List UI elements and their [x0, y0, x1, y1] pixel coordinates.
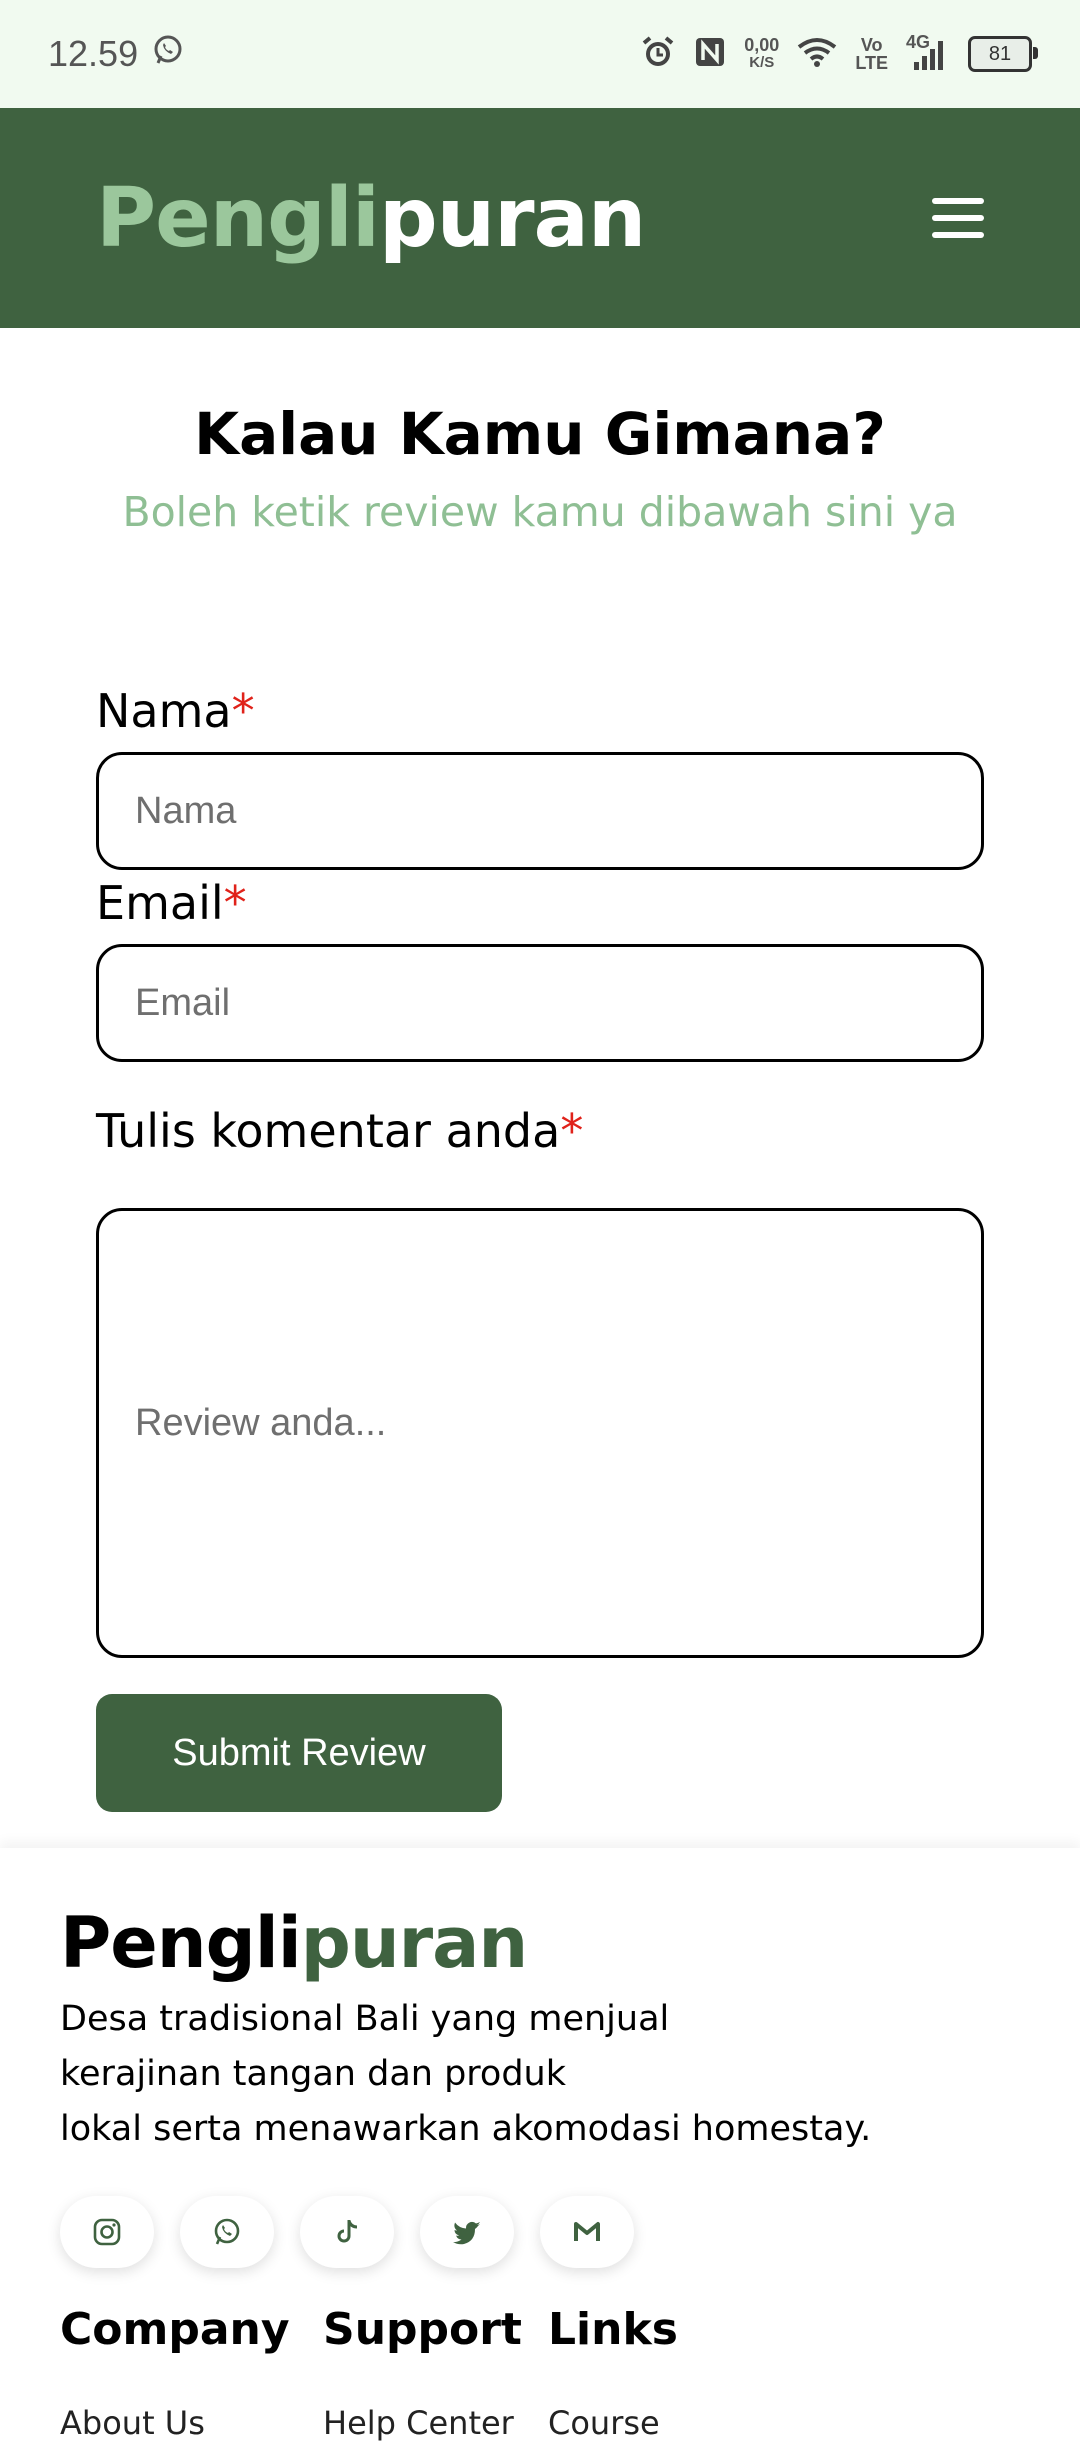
page-subtitle: Boleh ketik review kamu dibawah sini ya: [122, 488, 958, 536]
name-input[interactable]: [96, 752, 984, 870]
gmail-icon[interactable]: [540, 2196, 634, 2268]
logo-part-1: Pengli: [96, 170, 380, 266]
logo-part-2: puran: [379, 170, 646, 266]
status-time: 12.59: [48, 33, 139, 74]
site-header: Penglipuran: [0, 108, 1080, 328]
footer-logo[interactable]: Penglipuran: [60, 1902, 529, 1984]
header-logo[interactable]: Penglipuran: [96, 170, 646, 266]
footer-link-course[interactable]: Course: [548, 2404, 660, 2442]
footer-link-about-us[interactable]: About Us: [60, 2404, 205, 2442]
network-speed-value: 0,00: [744, 35, 780, 55]
network-speed-unit: K/S: [749, 54, 775, 71]
footer-description: Desa tradisional Bali yang menjual keraj…: [60, 1992, 1000, 2157]
footer-logo-part-1: Pengli: [60, 1902, 302, 1984]
name-label: Nama*: [96, 684, 255, 738]
required-mark: *: [231, 684, 255, 738]
tiktok-icon[interactable]: [300, 2196, 394, 2268]
footer-logo-part-2: puran: [300, 1902, 529, 1984]
email-input[interactable]: [96, 944, 984, 1062]
instagram-icon[interactable]: [60, 2196, 154, 2268]
footer-description-line: lokal serta menawarkan akomodasi homesta…: [60, 2109, 872, 2149]
comment-label-text: Tulis komentar anda: [96, 1104, 561, 1158]
footer-heading-links: Links: [548, 2304, 678, 2355]
alarm-icon: [640, 34, 676, 74]
signal-icon: 4G: [906, 32, 950, 72]
name-label-text: Nama: [96, 684, 232, 738]
email-label-text: Email: [96, 876, 224, 930]
battery-level: 81: [988, 42, 1012, 65]
status-right: 0,00 K/S Vo LTE 4G 81: [640, 32, 1038, 74]
comment-label: Tulis komentar anda*: [96, 1104, 583, 1158]
footer-link-help-center[interactable]: Help Center: [323, 2404, 514, 2442]
status-bar: 12.59 0,00 K/S Vo LTE 4G 81: [0, 0, 1080, 108]
network-speed: 0,00 K/S: [744, 36, 779, 72]
wifi-icon: [797, 36, 837, 72]
volte-bottom: LTE: [855, 53, 888, 73]
status-left: 12.59: [48, 33, 184, 75]
page-title: Kalau Kamu Gimana?: [194, 400, 886, 468]
required-mark: *: [223, 876, 247, 930]
footer-heading-company: Company: [60, 2304, 290, 2355]
required-mark: *: [560, 1104, 584, 1158]
battery-indicator: 81: [968, 36, 1038, 72]
whatsapp-notification-icon: [152, 33, 184, 75]
volte-top: Vo: [860, 35, 883, 55]
review-textarea[interactable]: [96, 1208, 984, 1658]
footer-heading-support: Support: [323, 2304, 522, 2355]
social-links: [60, 2196, 634, 2268]
footer-description-line: Desa tradisional Bali yang menjual: [60, 1999, 670, 2039]
hamburger-menu-icon[interactable]: [932, 198, 984, 238]
submit-review-button[interactable]: Submit Review: [96, 1694, 502, 1812]
twitter-icon[interactable]: [420, 2196, 514, 2268]
whatsapp-icon[interactable]: [180, 2196, 274, 2268]
volte-indicator: Vo LTE: [855, 36, 888, 72]
footer-description-line: kerajinan tangan dan produk: [60, 2054, 566, 2094]
email-label: Email*: [96, 876, 247, 930]
nfc-icon: [694, 36, 726, 72]
site-footer: Penglipuran Desa tradisional Bali yang m…: [0, 1848, 1080, 2460]
